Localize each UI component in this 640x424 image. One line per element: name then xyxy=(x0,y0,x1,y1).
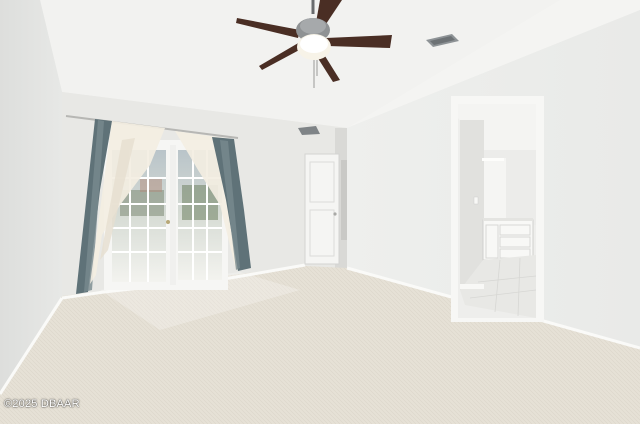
interior-door xyxy=(304,153,340,265)
hallway-far xyxy=(341,160,347,240)
light-switch xyxy=(473,196,479,205)
bathroom-doorway xyxy=(451,96,544,322)
room-photo: ©2025 DBAAR xyxy=(0,0,640,424)
watermark-text: ©2025 DBAAR xyxy=(4,398,80,410)
room-illustration xyxy=(0,0,640,424)
